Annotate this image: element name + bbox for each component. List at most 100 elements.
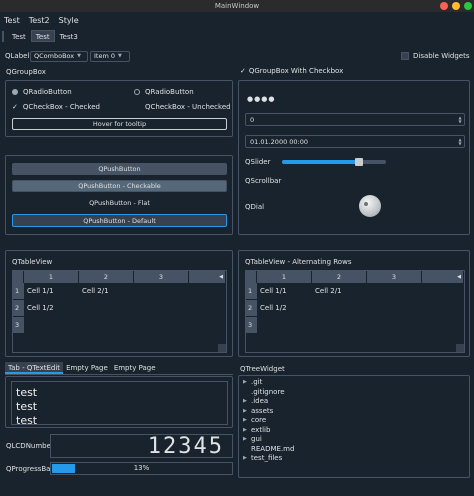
tab-bar: Tab - QTextEdit Empty Page Empty Page [5,362,233,375]
combobox-1[interactable]: QComboBox ▼ [30,51,88,62]
spinbox[interactable]: 0 ▲ ▼ [245,113,465,126]
unchecked-box-icon [134,103,140,109]
column-header-1[interactable]: 1 [257,271,312,283]
toolbar: Test Test Test3 [0,29,474,43]
tableview[interactable]: 1 2 3 ◀ 1 2 3 Cell 1/1 Cell 2/1 Cell 1/2 [12,270,227,353]
tree-item[interactable]: README.md [243,445,465,455]
column-header-3[interactable]: 3 [134,271,189,283]
check-icon: ✓ [240,67,246,75]
password-field[interactable]: ●●●● [247,95,275,103]
chevron-right-icon[interactable]: ▶ [243,435,251,445]
toolbar-handle[interactable] [2,30,4,42]
row-header-1[interactable]: 1 [246,283,257,300]
table-cell[interactable]: Cell 1/1 [260,287,287,295]
title-bar: MainWindow [0,0,474,12]
menu-style[interactable]: Style [59,16,79,25]
tree-item-label: assets [251,406,274,415]
minimize-button[interactable] [452,2,460,10]
dial-notch-icon [364,202,368,206]
tree-item[interactable]: ▶ test_files [243,454,465,464]
table-cell[interactable]: Cell 1/2 [27,304,54,312]
tree-item[interactable]: ▶ extlib [243,426,465,436]
row-header-2[interactable]: 2 [13,300,24,317]
menu-test[interactable]: Test [4,16,20,25]
lcd-number: 12345 [50,434,233,459]
toolbar-test-button-active[interactable]: Test [30,30,55,42]
treewidget[interactable]: ▶ .git .gitignore ▶ .idea ▶ assets ▶ core ▶ extlib… [238,375,470,478]
tableview-alt[interactable]: 1 2 3 ◀ 1 2 3 Cell 1/1 Cell 2/1 Cell 1/2 [245,270,465,353]
tree-item-label: .gitignore [251,387,285,396]
chevron-right-icon[interactable]: ▶ [243,378,251,388]
groupbox-2-checkbox[interactable]: ✓ QGroupBox With Checkbox [240,67,343,75]
chevron-right-icon[interactable]: ▶ [243,397,251,407]
combobox-2-value: Item 0 [94,52,115,60]
tab-empty-page-1[interactable]: Empty Page [63,362,111,374]
checkbox-unchecked[interactable]: QCheckBox - Unchecked [134,103,231,111]
tree-item[interactable]: ▶ core [243,416,465,426]
column-header-1[interactable]: 1 [24,271,79,283]
tab-empty-page-2[interactable]: Empty Page [111,362,159,374]
row-header-2[interactable]: 2 [246,300,257,317]
push-button[interactable]: QPushButton [12,163,227,175]
tree-item[interactable]: ▶ .idea [243,397,465,407]
table-cell[interactable]: Cell 2/1 [82,287,109,295]
chevron-right-icon[interactable]: ▶ [243,454,251,464]
slider-track[interactable] [282,158,386,166]
chevron-right-icon: ◀ [219,274,223,280]
groupbox-2: ●●●● 0 ▲ ▼ 01.01.2000 00:00 ▲ ▼ QSlider QS… [238,80,470,235]
radio-2-label: QRadioButton [145,88,194,96]
table-cell[interactable]: Cell 1/1 [27,287,54,295]
buttons-panel: QPushButton QPushButton - Checkable QPus… [5,155,233,235]
tableview-title: QTableView [12,258,53,266]
disable-widgets-checkbox[interactable] [401,52,409,60]
tree-item[interactable]: ▶ assets [243,407,465,417]
default-button[interactable]: QPushButton - Default [12,214,227,227]
spin-arrows-icon[interactable]: ▲ ▼ [456,114,464,125]
tab-qtextedit[interactable]: Tab - QTextEdit [5,362,64,374]
column-header-2[interactable]: 2 [79,271,134,283]
radio-2[interactable]: QRadioButton [134,88,194,96]
dial[interactable] [359,195,381,217]
tree-item[interactable]: .gitignore [243,388,465,398]
column-header-rest: ◀ [422,271,464,283]
dial-label: QDial [245,203,265,211]
row-header-1[interactable]: 1 [13,283,24,300]
toolbar-test3-button[interactable]: Test3 [55,30,83,42]
groupbox-2-title: QGroupBox With Checkbox [248,67,344,75]
combobox-2[interactable]: Item 0 ▼ [90,51,130,62]
slider-fill [282,160,359,164]
tree-item-label: .idea [251,397,269,405]
tree-item-label: README.md [251,444,295,453]
radio-1[interactable]: QRadioButton [12,88,72,96]
slider-handle[interactable] [354,158,363,166]
lcd-label: QLCDNumber [6,442,54,450]
checkbox-checked[interactable]: ✓ QCheckBox - Checked [12,103,100,111]
tree-item[interactable]: ▶ .git [243,378,465,388]
table-cell[interactable]: Cell 1/2 [260,304,287,312]
menu-test2[interactable]: Test2 [29,16,50,25]
column-header-3[interactable]: 3 [367,271,422,283]
tree-item[interactable]: ▶ gui [243,435,465,445]
radio-checked-icon [12,89,18,95]
spin-arrows-icon[interactable]: ▲ ▼ [456,136,464,147]
column-header-2[interactable]: 2 [312,271,367,283]
flat-button[interactable]: QPushButton - Flat [12,197,227,209]
chevron-right-icon[interactable]: ▶ [243,416,251,426]
checkable-button[interactable]: QPushButton - Checkable [12,180,227,192]
row-header-3[interactable]: 3 [13,317,24,334]
chevron-right-icon[interactable]: ▶ [243,426,251,436]
datetime-edit[interactable]: 01.01.2000 00:00 ▲ ▼ [245,135,465,148]
tableview-alt-panel: QTableView - Alternating Rows 1 2 3 ◀ 1 … [238,250,470,357]
checkbox-checked-label: QCheckBox - Checked [22,103,100,111]
table-cell[interactable]: Cell 2/1 [315,287,342,295]
toolbar-test-button[interactable]: Test [7,30,31,42]
tree-item-label: extlib [251,425,271,434]
row-header-3[interactable]: 3 [246,317,257,334]
hover-tooltip-button[interactable]: Hover for tooltip [12,118,227,130]
scroll-corner [218,344,226,352]
maximize-button[interactable] [464,2,472,10]
check-icon: ✓ [12,103,18,111]
chevron-right-icon[interactable]: ▶ [243,407,251,417]
close-button[interactable] [440,2,448,10]
text-edit[interactable]: test test test [11,381,228,425]
